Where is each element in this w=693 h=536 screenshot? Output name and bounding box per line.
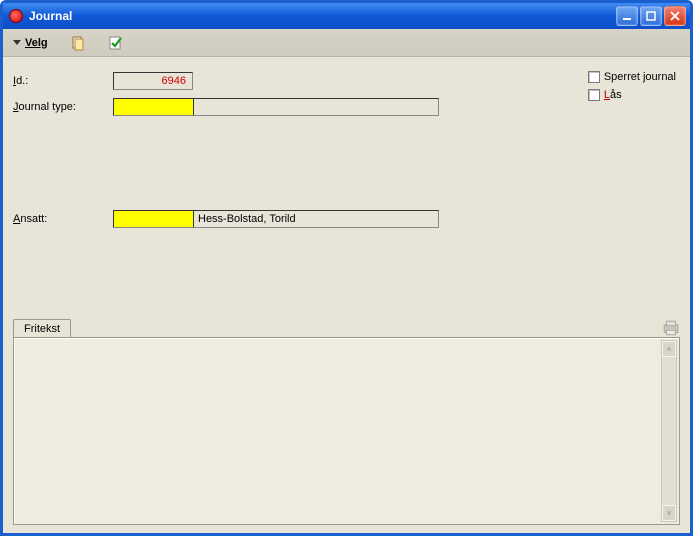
journal-type-text[interactable]	[193, 98, 439, 116]
maximize-button[interactable]	[640, 6, 662, 26]
scroll-up-button[interactable]: ˄	[662, 341, 676, 357]
ansatt-row: Ansatt: ▲ ▼ Hess-Bolstad, Torild	[13, 209, 680, 229]
journal-type-label: Journal type:	[13, 101, 113, 113]
titlebar: Journal	[3, 3, 690, 29]
vertical-scrollbar[interactable]: ˄ ˅	[661, 340, 677, 522]
close-button[interactable]	[664, 6, 686, 26]
sperret-journal-checkbox-row[interactable]: Sperret journal	[588, 71, 676, 83]
velg-label: Velg	[25, 37, 48, 49]
dropdown-arrow-icon	[13, 40, 21, 45]
toolbar: Velg	[3, 29, 690, 57]
checkbox-icon	[588, 89, 600, 101]
journal-type-row: Journal type: ▲ ▼	[13, 97, 680, 117]
scroll-down-button[interactable]: ˅	[662, 505, 676, 521]
fritekst-textarea[interactable]	[16, 340, 661, 522]
las-label: Lås	[604, 89, 622, 101]
id-row: Id.: 6946	[13, 71, 680, 91]
spacer	[13, 123, 680, 209]
fritekst-panel: ˄ ˅	[13, 337, 680, 525]
tab-header: Fritekst	[13, 318, 680, 337]
journal-type-code-field[interactable]: ▲ ▼	[113, 98, 193, 116]
window-title: Journal	[29, 9, 616, 23]
id-value: 6946	[113, 72, 193, 90]
tab-fritekst[interactable]: Fritekst	[13, 319, 71, 338]
right-checkbox-group: Sperret journal Lås	[588, 71, 676, 101]
print-icon[interactable]	[662, 319, 680, 337]
app-icon	[9, 9, 23, 23]
document-copy-icon	[70, 35, 86, 51]
ansatt-label: Ansatt:	[13, 213, 113, 225]
toolbar-copy-button[interactable]	[70, 35, 86, 51]
minimize-button[interactable]	[616, 6, 638, 26]
window-frame: Journal Velg	[0, 0, 693, 536]
ansatt-code-field[interactable]: ▲ ▼	[113, 210, 193, 228]
las-checkbox-row[interactable]: Lås	[588, 89, 676, 101]
id-label: Id.:	[13, 75, 113, 87]
sperret-journal-label: Sperret journal	[604, 71, 676, 83]
ansatt-name[interactable]: Hess-Bolstad, Torild	[193, 210, 439, 228]
content-area: Sperret journal Lås Id.: 6946 Journal ty…	[3, 57, 690, 533]
window-controls	[616, 6, 686, 26]
velg-menu[interactable]: Velg	[13, 37, 48, 49]
checkbox-icon	[588, 71, 600, 83]
toolbar-confirm-button[interactable]	[108, 35, 124, 51]
document-check-icon	[108, 35, 124, 51]
